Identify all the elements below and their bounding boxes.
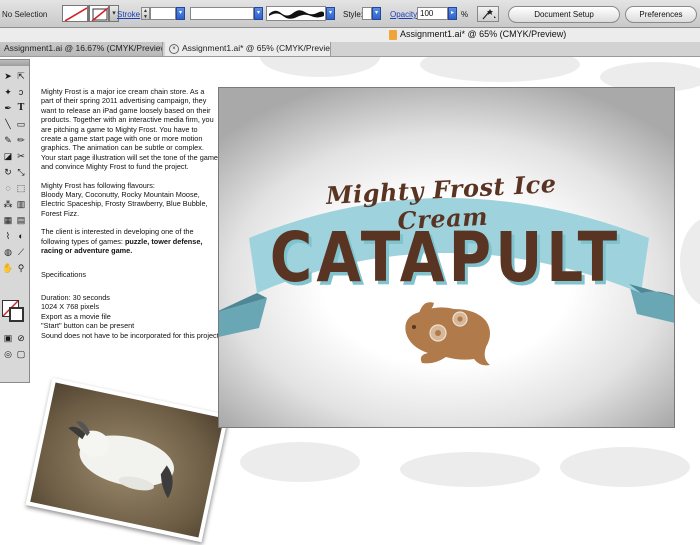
selection-arrow-icon[interactable]: ➤: [2, 70, 14, 82]
tools-panel: ➤ ⇱ ✦ ↄ ✒ T ╲ ▭ ✎ ✏ ◪ ✂ ↻ ⤡ ◌ ⬚ ⁂ ▥ ▦ ▤ …: [0, 59, 30, 383]
style-label: Style:: [343, 10, 364, 19]
stroke-weight-dropdown[interactable]: ▾: [176, 7, 185, 20]
canvas-workspace[interactable]: ➤ ⇱ ✦ ↄ ✒ T ╲ ▭ ✎ ✏ ◪ ✂ ↻ ⤡ ◌ ⬚ ⁂ ▥ ▦ ▤ …: [0, 57, 700, 545]
pasteboard-texture: [560, 447, 690, 487]
brief-intro: Mighty Frost is a major ice cream chain …: [41, 87, 218, 172]
tab-assignment1-65[interactable]: × Assignment1.ai* @ 65% (CMYK/Preview): [165, 42, 331, 56]
spec-export: Export as a movie file: [41, 311, 111, 321]
brief-specs: Duration: 30 seconds 1024 X 768 pixels E…: [41, 293, 219, 340]
tab-label: Assignment1.ai @ 16.67% (CMYK/Preview): [4, 43, 163, 53]
scissors-icon[interactable]: ✂: [15, 150, 27, 162]
no-fill-icon: [64, 7, 87, 21]
stroke-color-box[interactable]: [9, 307, 24, 322]
assignment-brief-text: Mighty Frost is a major ice cream chain …: [41, 87, 219, 349]
opacity-dropdown[interactable]: ▸: [448, 7, 457, 20]
preferences-button[interactable]: Preferences: [625, 6, 697, 23]
charcoal-brush-icon: [269, 10, 324, 19]
pencil-icon[interactable]: ✏: [15, 134, 27, 146]
none-mode-icon[interactable]: ⊘: [15, 332, 27, 344]
rotate-icon[interactable]: ↻: [2, 166, 14, 178]
catapult-title: CATAPULT: [269, 217, 622, 298]
hand-icon[interactable]: ✋: [2, 262, 14, 274]
rabbit-photo-image: [30, 382, 224, 538]
flavours-heading: Mighty Frost has following flavours:: [41, 180, 155, 190]
stroke-weight-field[interactable]: [150, 7, 176, 20]
type-icon[interactable]: T: [15, 102, 27, 114]
paintbrush-icon[interactable]: ✎: [2, 134, 14, 146]
variable-width-field[interactable]: [190, 7, 254, 20]
line-icon[interactable]: ╲: [2, 118, 14, 130]
stroke-label[interactable]: Stroke: [117, 10, 140, 19]
wand-sparkle-icon: [482, 9, 496, 20]
fill-color-swatch[interactable]: [62, 5, 88, 22]
screen-mode-icon[interactable]: ▢: [15, 348, 27, 360]
tab-assignment1-16[interactable]: Assignment1.ai @ 16.67% (CMYK/Preview): [0, 42, 163, 56]
spec-size: 1024 X 768 pixels: [41, 302, 100, 312]
brush-dropdown[interactable]: ▾: [326, 7, 335, 20]
brief-flavours: Mighty Frost has following flavours: Bloo…: [41, 181, 219, 219]
brief-game-types: The client is interested in developing o…: [41, 227, 219, 255]
control-bar: No Selection ▾ ▾ Stroke ▲▼ ▾ ▾ ▾ Style: …: [0, 0, 700, 28]
opacity-field[interactable]: 100: [417, 7, 448, 20]
graphic-style-dropdown[interactable]: ▾: [372, 7, 381, 20]
tab-label: Assignment1.ai* @ 65% (CMYK/Preview): [182, 43, 331, 53]
color-mode-icon[interactable]: ▣: [2, 332, 14, 344]
stroke-color-swatch[interactable]: [89, 5, 109, 22]
rabbit-photo[interactable]: [25, 377, 229, 543]
scale-icon[interactable]: ⤡: [15, 166, 27, 178]
rectangle-icon[interactable]: ▭: [15, 118, 27, 130]
spec-duration: Duration: 30 seconds: [41, 292, 110, 302]
eraser-icon[interactable]: ◪: [2, 150, 14, 162]
document-tab-bar: Assignment1.ai @ 16.67% (CMYK/Preview) ×…: [0, 42, 700, 57]
pasteboard-texture: [680, 217, 700, 307]
rabbit-graphic: [405, 302, 490, 366]
no-stroke-icon: [91, 7, 108, 21]
pasteboard-texture: [400, 452, 540, 487]
warp-icon[interactable]: ◌: [2, 182, 14, 194]
symbol-sprayer-icon[interactable]: ⁂: [2, 198, 14, 210]
document-title-bar: Assignment1.ai* @ 65% (CMYK/Preview): [0, 28, 700, 43]
draw-mode-icon[interactable]: ◎: [2, 348, 14, 360]
opacity-label[interactable]: Opacity: [390, 10, 417, 19]
pen-icon[interactable]: ✒: [2, 102, 14, 114]
sleeping-rabbit-illustration: [68, 421, 175, 499]
direct-selection-icon[interactable]: ⇱: [15, 70, 27, 82]
align-options-button[interactable]: [477, 6, 499, 22]
magic-wand-icon[interactable]: ✦: [2, 86, 14, 98]
blend-icon[interactable]: ◐: [15, 230, 27, 242]
pasteboard-texture: [240, 442, 360, 482]
specs-heading: Specifications: [41, 269, 87, 279]
free-transform-icon[interactable]: ⬚: [15, 182, 27, 194]
window-title: Assignment1.ai* @ 65% (CMYK/Preview): [400, 29, 567, 39]
opacity-unit: %: [461, 10, 469, 19]
spec-start-button: "Start" button can be present: [41, 321, 135, 331]
pasteboard-texture: [260, 57, 380, 77]
eyedropper-icon[interactable]: ⌇: [2, 230, 14, 242]
spec-sound: Sound does not have to be incorporated f…: [41, 330, 219, 340]
lasso-icon[interactable]: ↄ: [15, 86, 27, 98]
slice-icon[interactable]: ⟋: [15, 246, 27, 258]
ai-document-icon: [389, 30, 397, 40]
zoom-icon[interactable]: ⚲: [15, 262, 27, 274]
selection-status: No Selection: [2, 10, 48, 19]
flavours-list: Bloody Mary, Coconutty, Rocky Mountain M…: [41, 190, 208, 218]
stroke-weight-stepper[interactable]: ▲ ▼: [141, 7, 150, 20]
variable-width-dropdown[interactable]: ▾: [254, 7, 263, 20]
graph-icon[interactable]: ▥: [15, 198, 27, 210]
graphic-style-swatch[interactable]: [362, 7, 372, 20]
pasteboard-texture: [420, 57, 580, 82]
tools-panel-grip[interactable]: [0, 60, 29, 66]
close-tab-icon[interactable]: ×: [169, 43, 179, 54]
mesh-icon[interactable]: ▦: [2, 214, 14, 226]
gradient-icon[interactable]: ▤: [15, 214, 27, 226]
live-paint-icon[interactable]: ◍: [2, 246, 14, 258]
document-setup-button[interactable]: Document Setup: [508, 6, 620, 23]
brush-definition-preview[interactable]: [266, 6, 326, 21]
